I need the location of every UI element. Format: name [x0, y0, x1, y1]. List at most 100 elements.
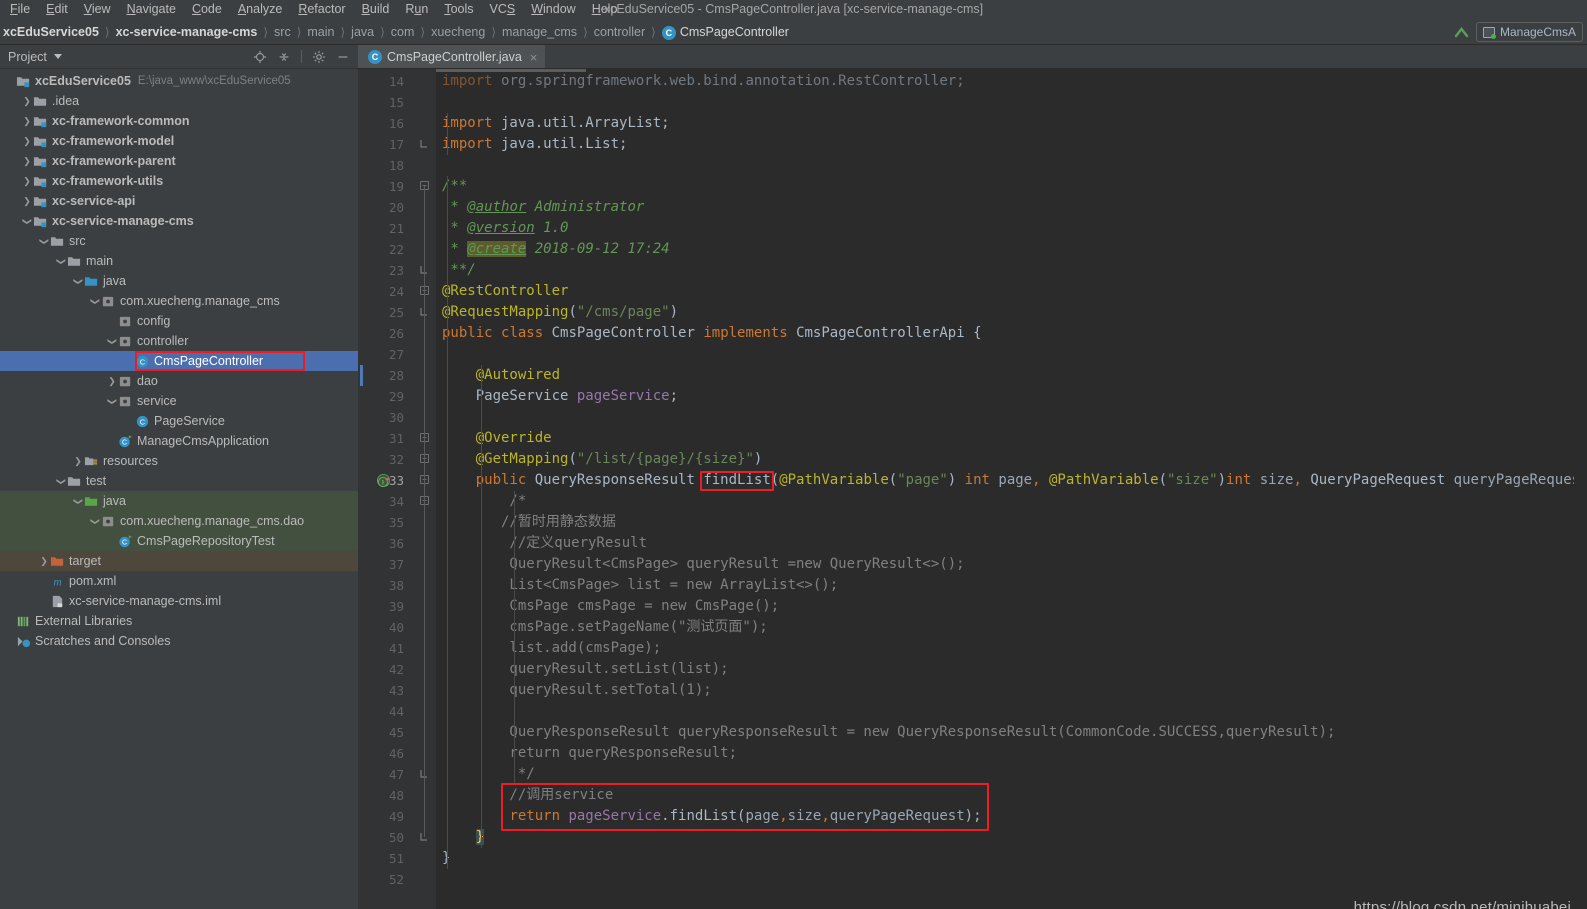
minimize-icon[interactable]	[336, 50, 350, 64]
tree-node-dao[interactable]: ❯ dao	[0, 371, 358, 391]
breadcrumb-item-src[interactable]: src	[268, 19, 297, 45]
chevron-right-icon[interactable]: ❯	[21, 116, 33, 127]
line-number: 34	[388, 494, 404, 509]
menu-help[interactable]: Help	[584, 0, 626, 19]
tree-node-label: xc-framework-utils	[52, 174, 164, 188]
module-icon	[33, 114, 48, 128]
menu-refactor[interactable]: Refactor	[290, 0, 353, 19]
tree-node-java[interactable]: ❯ java	[0, 271, 358, 291]
breadcrumb-item-xceduservice05[interactable]: xcEduService05	[0, 19, 105, 45]
menu-build[interactable]: Build	[354, 0, 398, 19]
breadcrumb-item-manage-cms[interactable]: manage_cms	[496, 19, 583, 45]
tree-node-test[interactable]: ❯ test	[0, 471, 358, 491]
chevron-right-icon[interactable]: ❯	[38, 556, 50, 567]
tree-node-label: pom.xml	[69, 574, 117, 588]
breadcrumb-item-java[interactable]: java	[345, 19, 380, 45]
menu-edit[interactable]: Edit	[38, 0, 76, 19]
tree-node-xc-service-manage-cms[interactable]: ❯ xc-service-manage-cms	[0, 211, 358, 231]
tree-node-managecmsapplication[interactable]: C ManageCmsApplication	[0, 431, 358, 451]
chevron-down-icon[interactable]: ❯	[73, 495, 84, 507]
tree-node-service[interactable]: ❯ service	[0, 391, 358, 411]
close-icon[interactable]: ×	[530, 50, 538, 65]
breadcrumb-item-cmspagecontroller[interactable]: C CmsPageController	[656, 19, 795, 45]
project-tree[interactable]: xcEduService05 E:\java_www\xcEduService05…	[0, 69, 358, 909]
line-number: 43	[388, 683, 404, 698]
tree-node-java[interactable]: ❯ java	[0, 491, 358, 511]
code-line: * @author Administrator	[442, 199, 645, 215]
chevron-down-icon[interactable]: ❯	[56, 255, 67, 267]
tree-node-xceduservice05[interactable]: xcEduService05 E:\java_www\xcEduService05	[0, 71, 358, 91]
tree-node-src[interactable]: ❯ src	[0, 231, 358, 251]
breadcrumb-item-main[interactable]: main	[301, 19, 340, 45]
breadcrumb-item-com[interactable]: com	[385, 19, 421, 45]
code-line: public QueryResponseResult findList(@Pat…	[475, 472, 1587, 488]
chevron-down-icon[interactable]: ❯	[56, 475, 67, 487]
package-icon	[118, 394, 133, 408]
chevron-down-icon[interactable]: ❯	[90, 295, 101, 307]
tree-node-external-libraries[interactable]: External Libraries	[0, 611, 358, 631]
menu-code[interactable]: Code	[184, 0, 230, 19]
menu-run[interactable]: Run	[397, 0, 436, 19]
code-folding-gutter[interactable]: −−−−−−	[412, 69, 436, 909]
breadcrumb-item-xuecheng[interactable]: xuecheng	[425, 19, 491, 45]
settings-gear-icon[interactable]	[312, 50, 326, 64]
chevron-down-icon[interactable]: ❯	[107, 395, 118, 407]
tree-node-com-xuecheng-manage-cms-dao[interactable]: ❯ com.xuecheng.manage_cms.dao	[0, 511, 358, 531]
tree-node-xc-framework-parent[interactable]: ❯ xc-framework-parent	[0, 151, 358, 171]
tree-node-pageservice[interactable]: C PageService	[0, 411, 358, 431]
line-number-gutter[interactable]: 14 15 16 17 18 19 20 21 22 23 24 25 26 27 28 29 30 31 32 33…	[358, 69, 412, 909]
chevron-right-icon[interactable]: ❯	[21, 96, 33, 107]
menu-vcs[interactable]: VCS	[482, 0, 524, 19]
run-configuration-selector[interactable]: ManageCmsA	[1475, 22, 1583, 42]
tree-node-xc-framework-common[interactable]: ❯ xc-framework-common	[0, 111, 358, 131]
chevron-down-icon[interactable]: ❯	[73, 275, 84, 287]
locate-icon[interactable]	[253, 50, 267, 64]
tree-node-config[interactable]: config	[0, 311, 358, 331]
tree-node-xc-framework-utils[interactable]: ❯ xc-framework-utils	[0, 171, 358, 191]
collapse-all-icon[interactable]	[277, 50, 291, 64]
tree-node-resources[interactable]: ❯ resources	[0, 451, 358, 471]
chevron-down-icon[interactable]: ❯	[90, 515, 101, 527]
tree-node-main[interactable]: ❯ main	[0, 251, 358, 271]
chevron-down-icon[interactable]	[53, 54, 62, 59]
editor-tab-cmspagecontroller[interactable]: C CmsPageController.java ×	[358, 44, 546, 68]
source-code[interactable]: import org.springframework.web.bind.anno…	[436, 69, 1587, 909]
tree-node-scratches-and-consoles[interactable]: Scratches and Consoles	[0, 631, 358, 651]
chevron-right-icon[interactable]: ❯	[106, 376, 118, 387]
code-editor[interactable]: 14 15 16 17 18 19 20 21 22 23 24 25 26 27 28 29 30 31 32 33…	[358, 69, 1587, 909]
code-line: /**	[442, 178, 468, 194]
line-number: 16	[388, 116, 404, 131]
tree-node-cmspagecontroller[interactable]: C CmsPageController	[0, 351, 358, 371]
menu-window[interactable]: Window	[523, 0, 583, 19]
tree-node-xc-service-manage-cms-iml[interactable]: xc-service-manage-cms.iml	[0, 591, 358, 611]
tree-node-xc-service-api[interactable]: ❯ xc-service-api	[0, 191, 358, 211]
chevron-right-icon[interactable]: ❯	[21, 196, 33, 207]
chevron-right-icon[interactable]: ❯	[72, 456, 84, 467]
tree-node-cmspagerepositorytest[interactable]: C CmsPageRepositoryTest	[0, 531, 358, 551]
chevron-right-icon[interactable]: ❯	[21, 136, 33, 147]
chevron-down-icon[interactable]: ❯	[107, 335, 118, 347]
menu-view[interactable]: View	[76, 0, 119, 19]
editor-scrollbar[interactable]	[1574, 69, 1587, 909]
chevron-down-icon[interactable]: ❯	[22, 215, 33, 227]
tree-node-com-xuecheng-manage-cms[interactable]: ❯ com.xuecheng.manage_cms	[0, 291, 358, 311]
menu-file[interactable]: File	[2, 0, 38, 19]
fold-end-icon[interactable]	[420, 139, 429, 148]
chevron-right-icon[interactable]: ❯	[21, 176, 33, 187]
menu-analyze[interactable]: Analyze	[230, 0, 290, 19]
breadcrumb-item-xc-service-manage-cms[interactable]: xc-service-manage-cms	[110, 19, 264, 45]
chevron-right-icon[interactable]: ❯	[21, 156, 33, 167]
code-line: queryResult.setTotal(1);	[442, 682, 712, 698]
code-line: //暂时用静态数据	[442, 514, 616, 530]
tree-node-target[interactable]: ❯ target	[0, 551, 358, 571]
chevron-down-icon[interactable]: ❯	[39, 235, 50, 247]
breadcrumb-item-controller[interactable]: controller	[588, 19, 651, 45]
menu-tools[interactable]: Tools	[436, 0, 481, 19]
implements-method-icon[interactable]: I	[377, 474, 390, 488]
collapse-arrow-icon[interactable]	[1453, 24, 1470, 41]
tree-node-pom-xml[interactable]: m pom.xml	[0, 571, 358, 591]
menu-navigate[interactable]: Navigate	[119, 0, 184, 19]
tree-node-controller[interactable]: ❯ controller	[0, 331, 358, 351]
tree-node-xc-framework-model[interactable]: ❯ xc-framework-model	[0, 131, 358, 151]
tree-node--idea[interactable]: ❯ .idea	[0, 91, 358, 111]
